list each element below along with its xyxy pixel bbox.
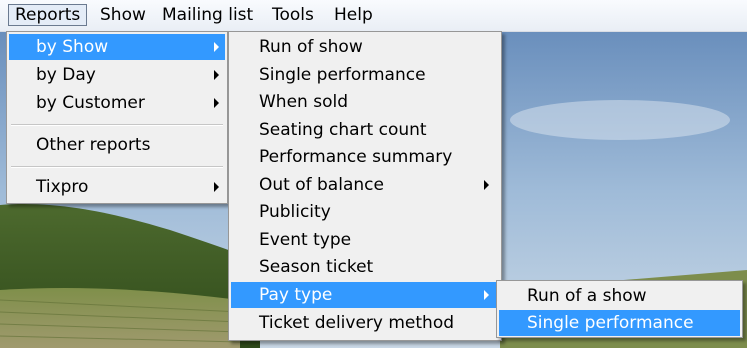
menu-item-ticket-delivery-method[interactable]: Ticket delivery method [231,310,499,336]
menu-item-label: Pay type [259,285,333,305]
submenu-arrow-icon [484,180,489,190]
menu-item-label: Performance summary [259,147,453,167]
pay-type-submenu: Run of a show Single performance [496,280,743,338]
menu-item-label: Publicity [259,202,331,222]
menu-item-label: Run of show [259,37,363,57]
menu-item-single-performance-pay[interactable]: Single performance [499,310,740,336]
menu-item-label: Run of a show [527,286,647,306]
menu-item-event-type[interactable]: Event type [231,227,499,253]
submenu-arrow-icon [214,98,219,108]
menu-item-by-show[interactable]: by Show [9,34,225,60]
reports-dropdown: by Show by Day by Customer Other reports… [6,31,228,204]
menu-item-label: Event type [259,230,352,250]
menu-item-publicity[interactable]: Publicity [231,199,499,225]
menu-item-tixpro[interactable]: Tixpro [9,174,225,200]
menu-separator [11,124,223,126]
menu-item-seating-chart-count[interactable]: Seating chart count [231,117,499,143]
menu-item-when-sold[interactable]: When sold [231,89,499,115]
menu-item-pay-type[interactable]: Pay type [231,282,499,308]
menu-item-label: Tixpro [36,177,89,197]
menu-item-performance-summary[interactable]: Performance summary [231,144,499,170]
menu-item-run-of-show[interactable]: Run of show [231,34,499,60]
menu-item-label: Single performance [527,313,694,333]
menu-item-label: Season ticket [259,257,374,277]
submenu-arrow-icon [214,70,219,80]
menu-bar: Reports Show Mailing list Tools Help [0,0,747,32]
menu-separator [11,166,223,168]
menu-item-label: by Customer [36,93,145,113]
menu-item-label: Single performance [259,65,426,85]
menu-item-label: Ticket delivery method [259,313,455,333]
menu-item-season-ticket[interactable]: Season ticket [231,254,499,280]
menu-item-out-of-balance[interactable]: Out of balance [231,172,499,198]
menu-mailing-list[interactable]: Mailing list [156,4,259,26]
submenu-arrow-icon [214,42,219,52]
menu-item-run-of-a-show[interactable]: Run of a show [499,283,740,309]
menu-item-label: When sold [259,92,348,112]
menu-reports[interactable]: Reports [8,4,88,26]
submenu-arrow-icon [214,182,219,192]
menu-item-other-reports[interactable]: Other reports [9,132,225,158]
menu-item-label: by Show [36,37,109,57]
menu-item-by-day[interactable]: by Day [9,62,225,88]
submenu-arrow-icon [484,290,489,300]
menu-help[interactable]: Help [328,4,379,26]
menu-item-label: Out of balance [259,175,384,195]
menu-item-single-performance[interactable]: Single performance [231,62,499,88]
by-show-submenu: Run of show Single performance When sold… [228,31,502,341]
menu-show[interactable]: Show [94,4,152,26]
menu-item-by-customer[interactable]: by Customer [9,90,225,116]
menu-tools[interactable]: Tools [266,4,320,26]
menu-item-label: Other reports [36,135,151,155]
menu-item-label: by Day [36,65,96,85]
menu-item-label: Seating chart count [259,120,427,140]
